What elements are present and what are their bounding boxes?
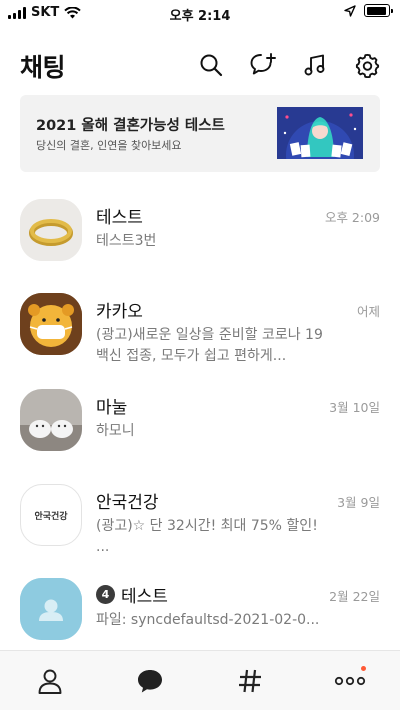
member-count-badge: 4 [96,585,115,604]
slippers-avatar [20,389,82,451]
ring-avatar [20,199,82,261]
tab-friends[interactable] [0,651,100,710]
tab-chats[interactable] [100,651,200,710]
chat-name: 안국건강 [96,493,159,513]
banner-subtitle: 당신의 결혼, 인연을 찾아보세요 [36,139,182,152]
new-chat-button[interactable] [244,50,282,80]
chat-time: 2월 22일 [329,589,380,604]
promo-banner[interactable]: 2021 올해 결혼가능성 테스트 당신의 결혼, 인연을 찾아보세요 [20,95,380,172]
chat-row[interactable]: 마눌 하모니 3월 10일 [0,389,400,479]
default-profile-avatar [20,578,82,640]
notification-dot [361,666,366,671]
banner-illustration [277,107,363,159]
kakao-character-avatar [20,293,82,355]
location-arrow-icon [344,4,356,17]
search-icon [200,54,223,77]
search-button[interactable] [192,50,230,80]
chat-time: 3월 9일 [337,495,380,510]
status-bar: SKT 오후 2:14 [0,0,400,26]
banner-title: 2021 올해 결혼가능성 테스트 [36,118,225,134]
chat-name: 테스트 [96,208,143,228]
chat-name: 마눌 [96,398,128,418]
page-title: 채팅 [20,53,66,82]
chat-last-message: (광고)새로운 일상을 준비할 코로나 19 백신 접종, 모두가 쉽고 편하게… [96,327,323,364]
header: 채팅 [0,40,400,90]
chat-row[interactable]: 카카오 (광고)새로운 일상을 준비할 코로나 19 백신 접종, 모두가 쉽고… [0,293,400,383]
chat-row[interactable]: 테스트 테스트3번 오후 2:09 [0,199,400,289]
tab-view-hashtag[interactable] [200,651,300,710]
chat-last-message: 테스트3번 [96,233,157,249]
chat-name: 카카오 [96,302,143,322]
chat-last-message: (광고)☆ 단 32시간! 최대 75% 할인! ... [96,518,318,555]
music-button[interactable] [296,50,334,80]
brand-logo-avatar: 안국건강 [20,484,82,546]
chat-time: 3월 10일 [329,400,380,415]
bottom-tab-bar [0,650,400,710]
battery-icon [364,4,393,17]
brand-logo-text: 안국건강 [34,511,68,522]
chats-icon [138,669,162,692]
chat-time: 오후 2:09 [324,210,380,225]
chat-time: 어제 [356,304,380,319]
settings-icon [355,53,379,78]
chat-row[interactable]: 안국건강 안국건강 (광고)☆ 단 32시간! 최대 75% 할인! ... 3… [0,484,400,574]
music-icon [304,54,325,76]
chat-last-message: 파일: syncdefaultsd-2021-02-0... [96,612,320,628]
tab-more[interactable] [300,651,400,710]
chat-name: 테스트 [121,587,168,607]
friends-icon [38,669,62,694]
view-hashtag-icon [239,669,261,692]
clock: 오후 2:14 [169,9,231,24]
chat-last-message: 하모니 [96,423,135,439]
new-chat-icon [250,53,276,75]
settings-button[interactable] [348,50,386,80]
more-icon [334,676,366,685]
